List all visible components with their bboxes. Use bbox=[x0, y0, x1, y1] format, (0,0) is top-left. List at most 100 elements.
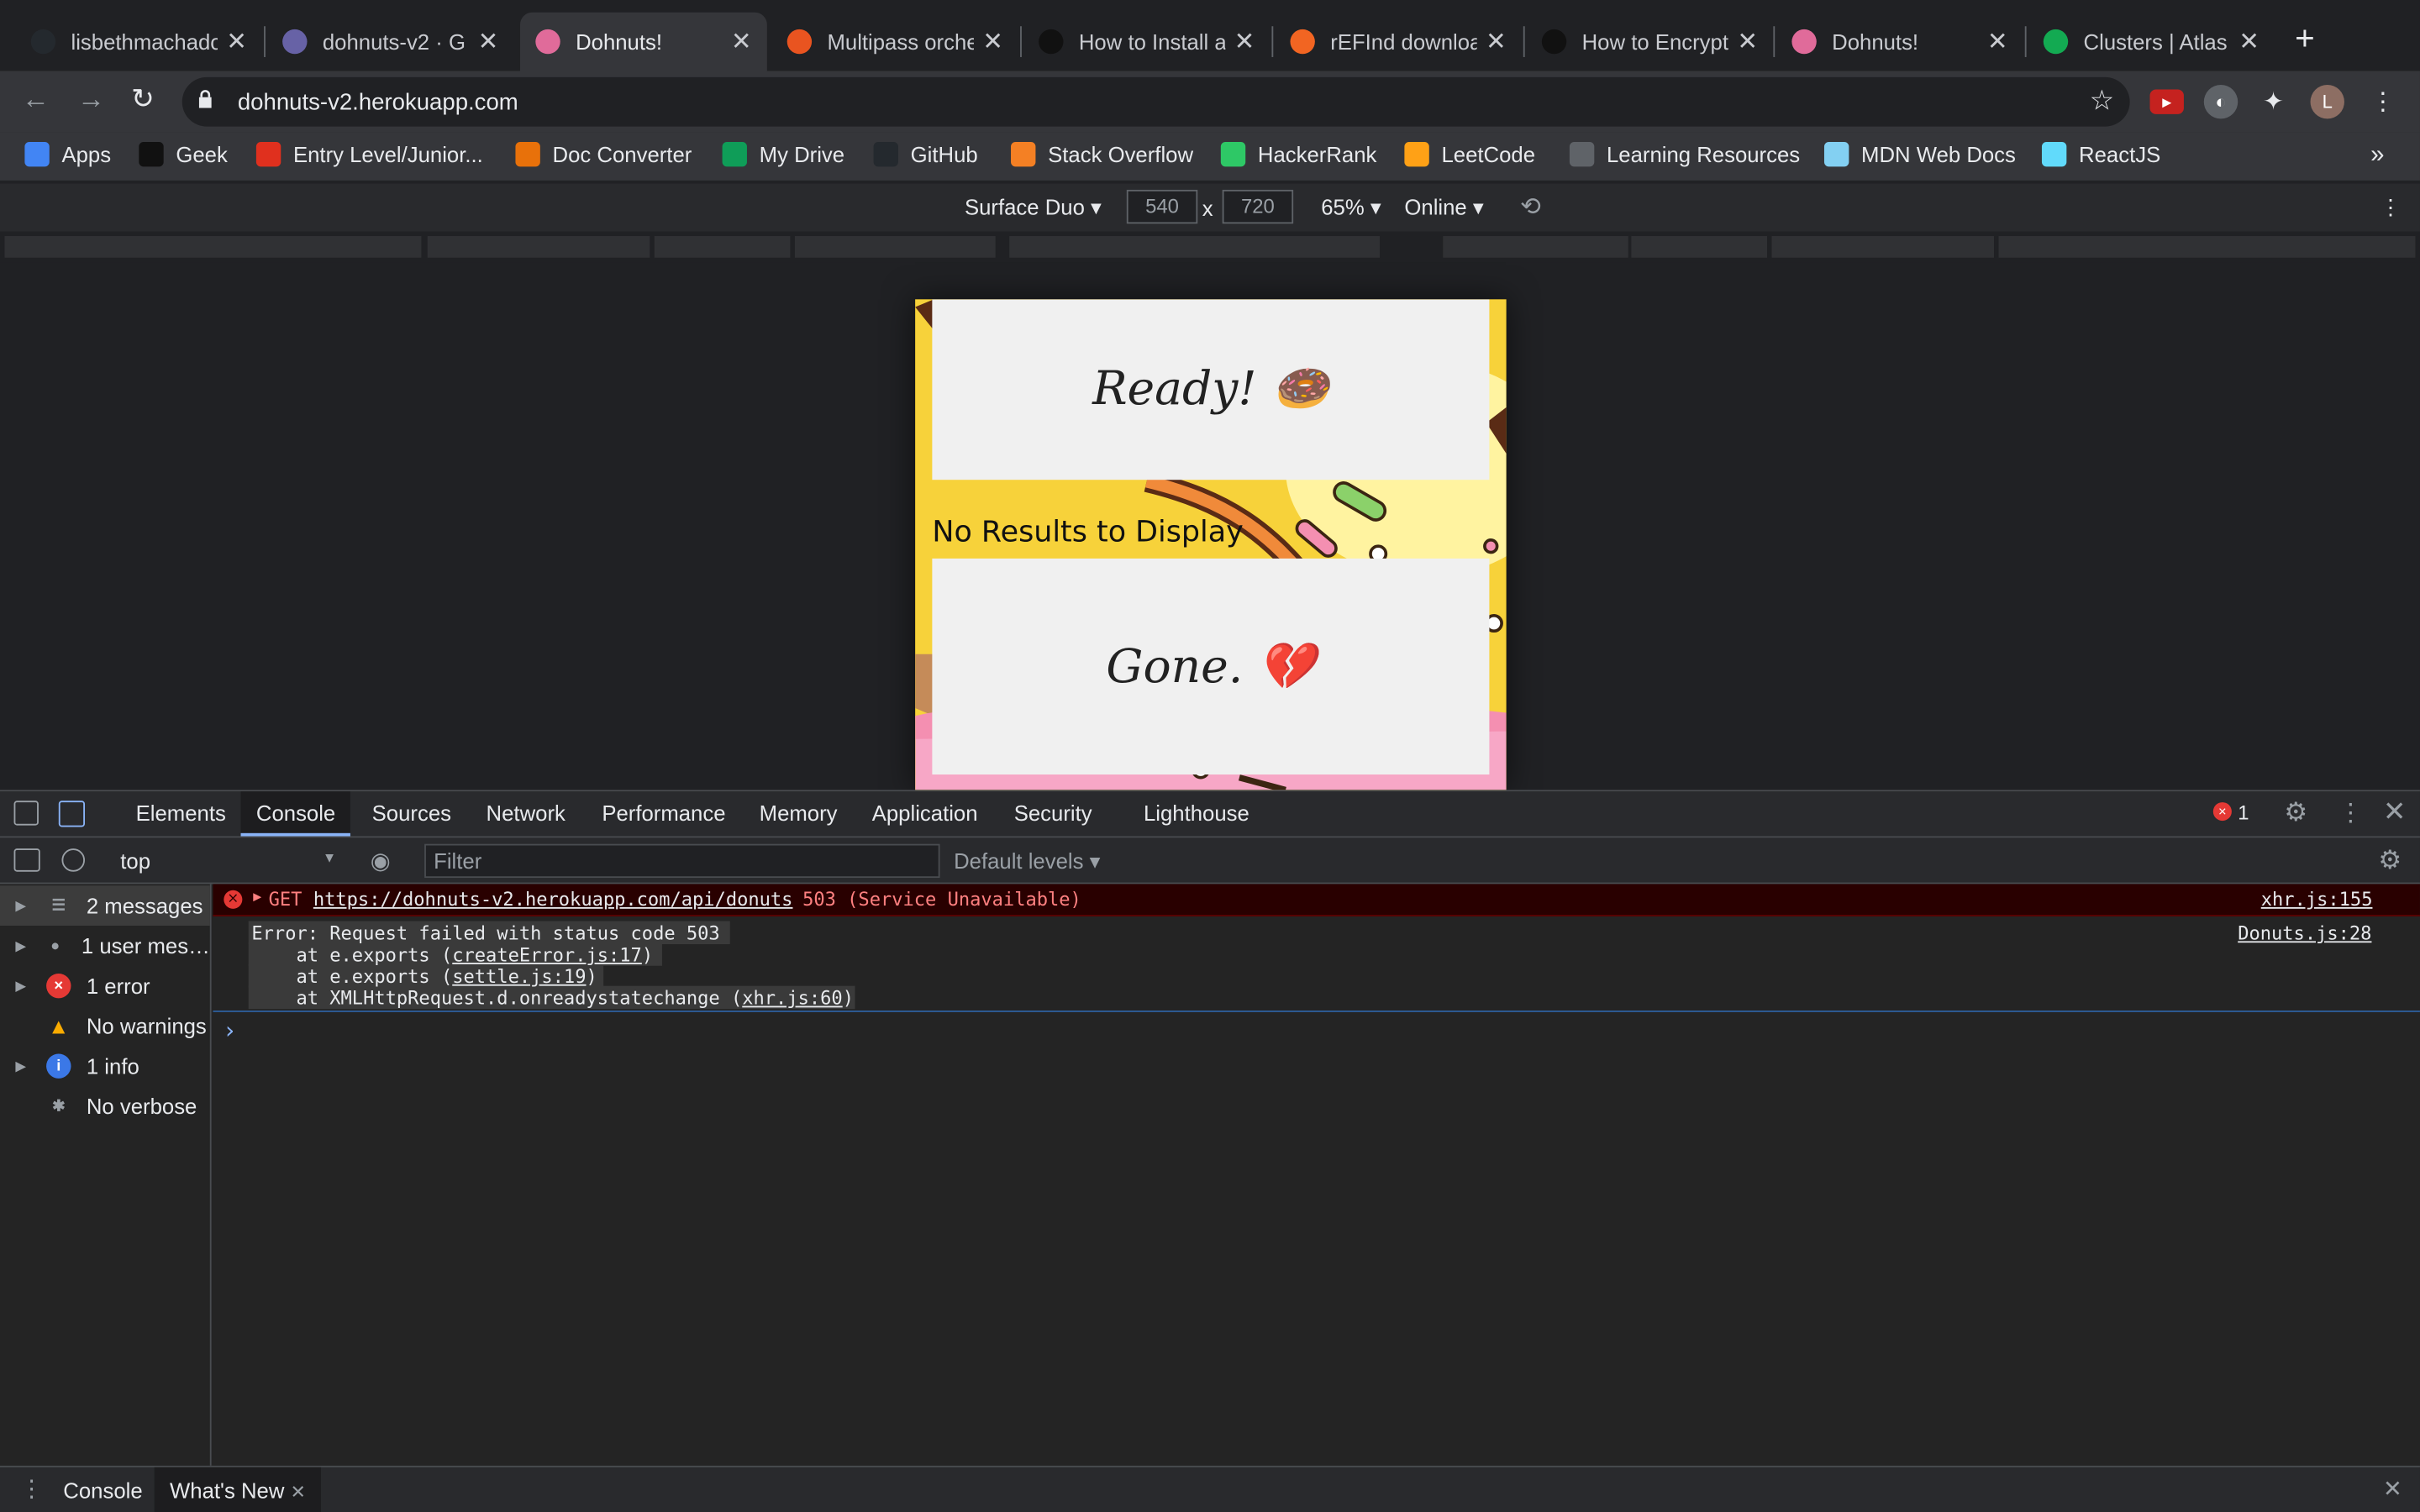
chevron-down-icon[interactable]: ▼ bbox=[323, 850, 336, 865]
console-error-message[interactable]: × ▶ GET https://dohnuts-v2.herokuapp.com… bbox=[213, 884, 2420, 916]
browser-tab[interactable]: Dohnuts! ✕ bbox=[1776, 13, 2023, 71]
live-expression-eye-icon[interactable]: ◉ bbox=[371, 847, 391, 874]
bookmark-item[interactable]: Entry Level/Junior... bbox=[255, 141, 483, 167]
stack-frame-3-link[interactable]: xhr.js:60 bbox=[742, 987, 842, 1009]
console-sidebar-item[interactable]: ▶ ☰ 2 messages bbox=[0, 885, 210, 927]
browser-tab[interactable]: Clusters | Atlas ✕ bbox=[2028, 13, 2275, 71]
tab-close-icon[interactable]: ✕ bbox=[1486, 26, 1507, 57]
browser-tab[interactable]: rEFInd downloa ✕ bbox=[1275, 13, 1522, 71]
console-sidebar-toggle-icon[interactable] bbox=[13, 848, 40, 872]
bookmark-star-icon[interactable]: ☆ bbox=[2090, 85, 2115, 118]
tab-close-icon[interactable]: ✕ bbox=[2238, 26, 2260, 57]
drawer-menu-icon[interactable]: ⋮ bbox=[20, 1475, 44, 1503]
close-icon[interactable]: ✕ bbox=[291, 1481, 306, 1503]
stack-frame-2-link[interactable]: settle.js:19 bbox=[452, 966, 586, 988]
devtools-tab-application[interactable]: Application bbox=[856, 791, 993, 836]
console-sidebar-item[interactable]: ▶ i 1 info bbox=[0, 1046, 210, 1086]
drawer-tab-console[interactable]: Console bbox=[46, 1467, 160, 1512]
tab-close-icon[interactable]: ✕ bbox=[1234, 26, 1255, 57]
bookmark-item[interactable]: My Drive bbox=[722, 141, 844, 167]
bookmark-item[interactable]: Geek bbox=[139, 141, 228, 167]
device-width-input[interactable]: 540 bbox=[1126, 189, 1198, 224]
device-height-input[interactable]: 720 bbox=[1222, 189, 1294, 224]
console-sidebar-item[interactable]: ▲ No warnings bbox=[0, 1006, 210, 1047]
console-filter-input[interactable]: Filter bbox=[424, 843, 940, 879]
expand-triangle-icon[interactable]: ▶ bbox=[253, 890, 261, 906]
error-count[interactable]: 1 bbox=[2238, 801, 2249, 824]
media-query-segment[interactable] bbox=[1009, 236, 1381, 258]
browser-tab[interactable]: How to Encrypt ✕ bbox=[1526, 13, 1773, 71]
drawer-tab-whats-new[interactable]: What's New ✕ bbox=[154, 1467, 322, 1512]
browser-tab[interactable]: How to Install a ✕ bbox=[1023, 13, 1270, 71]
error-badge-icon[interactable]: × bbox=[2212, 802, 2232, 822]
bookmark-item[interactable]: GitHub bbox=[873, 141, 978, 167]
tab-close-icon[interactable]: ✕ bbox=[982, 26, 1003, 57]
tab-close-icon[interactable]: ✕ bbox=[226, 26, 247, 57]
console-prompt[interactable]: › bbox=[225, 1016, 234, 1044]
stack-frame-1-link[interactable]: createError.js:17 bbox=[452, 944, 642, 966]
bookmark-item[interactable]: MDN Web Docs bbox=[1823, 141, 2016, 167]
zoom-select[interactable]: 65% ▾ bbox=[1321, 194, 1381, 220]
devtools-close-icon[interactable]: ✕ bbox=[2383, 796, 2407, 829]
error-source-link[interactable]: xhr.js:155 bbox=[2261, 889, 2373, 911]
browser-tab[interactable]: dohnuts-v2 · G ✕ bbox=[267, 13, 514, 71]
bookmark-item[interactable]: ReactJS bbox=[2041, 141, 2160, 167]
tab-close-icon[interactable]: ✕ bbox=[1737, 26, 1758, 57]
profile-avatar[interactable]: L bbox=[2310, 85, 2344, 119]
media-query-segment[interactable] bbox=[1998, 236, 2416, 258]
browser-tab[interactable]: Dohnuts! ✕ bbox=[519, 12, 767, 71]
extensions-puzzle-icon[interactable]: ✦ bbox=[2256, 85, 2290, 118]
media-query-segment[interactable] bbox=[1771, 236, 1995, 258]
media-query-segment[interactable] bbox=[4, 236, 422, 258]
devtools-tab-elements[interactable]: Elements bbox=[120, 791, 241, 836]
rotate-icon[interactable]: ⟲ bbox=[1520, 192, 1541, 223]
devtools-tab-memory[interactable]: Memory bbox=[744, 791, 853, 836]
log-levels-select[interactable]: Default levels ▾ bbox=[954, 848, 1100, 874]
forward-icon[interactable]: → bbox=[77, 83, 105, 116]
tab-close-icon[interactable]: ✕ bbox=[731, 26, 752, 57]
address-bar[interactable]: dohnuts-v2.herokuapp.com ☆ bbox=[182, 76, 2130, 127]
devtools-settings-icon[interactable]: ⚙ bbox=[2284, 798, 2307, 829]
device-select[interactable]: Surface Duo ▾ bbox=[965, 194, 1102, 220]
reload-icon[interactable]: ↻ bbox=[131, 83, 155, 116]
media-query-segment[interactable] bbox=[1443, 236, 1628, 258]
bookmark-item[interactable]: Doc Converter bbox=[515, 141, 692, 167]
console-sidebar-item[interactable]: ✱ No verbose bbox=[0, 1086, 210, 1126]
bookmarks-overflow-icon[interactable]: » bbox=[2370, 142, 2384, 170]
devtools-tab-security[interactable]: Security bbox=[998, 791, 1107, 836]
tab-close-icon[interactable]: ✕ bbox=[478, 26, 499, 57]
bookmark-item[interactable]: Stack Overflow bbox=[1011, 141, 1193, 167]
context-select[interactable]: top bbox=[120, 848, 150, 873]
device-toggle-icon[interactable] bbox=[58, 801, 86, 827]
stack-source-link[interactable]: Donuts.js:28 bbox=[2238, 922, 2371, 944]
bookmark-item[interactable]: LeetCode bbox=[1404, 141, 1535, 167]
media-query-segment[interactable] bbox=[1631, 236, 1768, 258]
bookmark-item[interactable]: HackerRank bbox=[1220, 141, 1376, 167]
browser-menu-icon[interactable]: ⋮ bbox=[2366, 85, 2400, 118]
error-url-link[interactable]: https://dohnuts-v2.herokuapp.com/api/don… bbox=[313, 889, 793, 911]
devtools-tab-console[interactable]: Console bbox=[240, 791, 351, 837]
devtools-tab-sources[interactable]: Sources bbox=[356, 791, 466, 836]
inspect-element-icon[interactable] bbox=[13, 801, 39, 826]
browser-tab[interactable]: lisbethmachado ✕ bbox=[15, 13, 262, 71]
network-throttle-select[interactable]: Online ▾ bbox=[1404, 194, 1483, 220]
new-tab-button[interactable]: + bbox=[2295, 21, 2315, 55]
bookmark-item[interactable]: Learning Resources bbox=[1569, 141, 1800, 167]
screen-recorder-extension-icon[interactable]: ▸ bbox=[2149, 89, 2184, 114]
devtools-menu-icon[interactable]: ⋮ bbox=[2338, 798, 2363, 829]
console-sidebar-item[interactable]: ▶ ● 1 user mes… bbox=[0, 926, 209, 966]
browser-tab[interactable]: Multipass orche ✕ bbox=[771, 13, 1018, 71]
media-query-segment[interactable] bbox=[794, 236, 996, 258]
back-icon[interactable]: ← bbox=[22, 83, 50, 116]
console-sidebar-item[interactable]: ▶ × 1 error bbox=[0, 966, 210, 1006]
drawer-close-icon[interactable]: ✕ bbox=[2383, 1475, 2402, 1503]
devtools-tab-lighthouse[interactable]: Lighthouse bbox=[1128, 791, 1265, 836]
media-query-segment[interactable] bbox=[427, 236, 650, 258]
tab-close-icon[interactable]: ✕ bbox=[1987, 26, 2008, 57]
devtools-tab-network[interactable]: Network bbox=[471, 791, 581, 836]
console-settings-icon[interactable]: ⚙ bbox=[2378, 846, 2402, 877]
media-query-segment[interactable] bbox=[654, 236, 791, 258]
extension-circle-icon[interactable]: ◐ bbox=[2203, 85, 2238, 119]
bookmark-item[interactable]: Apps bbox=[24, 141, 111, 167]
device-toolbar-menu-icon[interactable]: ⋮ bbox=[2380, 194, 2402, 220]
